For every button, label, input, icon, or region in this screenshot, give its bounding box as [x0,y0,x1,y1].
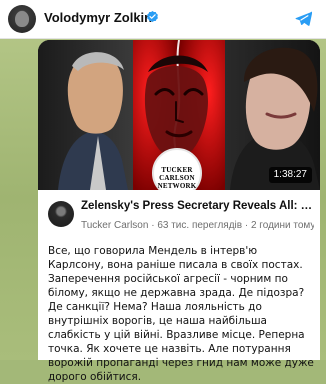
channel-avatar[interactable] [8,5,36,33]
chat-header: Volodymyr Zolkin [0,0,326,39]
youtube-channel-avatar[interactable] [48,201,74,227]
logo-line-1: TUCKER [161,166,193,174]
logo-text: TUCKER CARLSON NETWORK [154,166,200,190]
avatar-face [15,11,29,27]
post-text: Все, що говорила Мендель в інтерв'ю Карл… [48,245,314,383]
logo-line-2: CARLSON [159,174,195,182]
video-thumbnail[interactable]: TUCKER CARLSON NETWORK 1:38:27 [38,40,320,190]
logo-line-3: NETWORK [157,182,197,190]
verified-badge-icon [147,10,158,23]
post-message: Все, що говорила Мендель в інтерв'ю Карл… [38,236,320,383]
telegram-share-button[interactable] [294,10,312,28]
channel-name[interactable]: Volodymyr Zolkin [44,10,152,25]
tucker-carlson-network-logo: TUCKER CARLSON NETWORK [152,148,202,190]
video-title[interactable]: Zelensky's Press Secretary Reveals All: … [81,199,314,213]
video-duration-badge: 1:38:27 [268,167,312,183]
video-subtitle: Tucker Carlson · 63 тис. переглядів · 2 … [81,220,314,231]
